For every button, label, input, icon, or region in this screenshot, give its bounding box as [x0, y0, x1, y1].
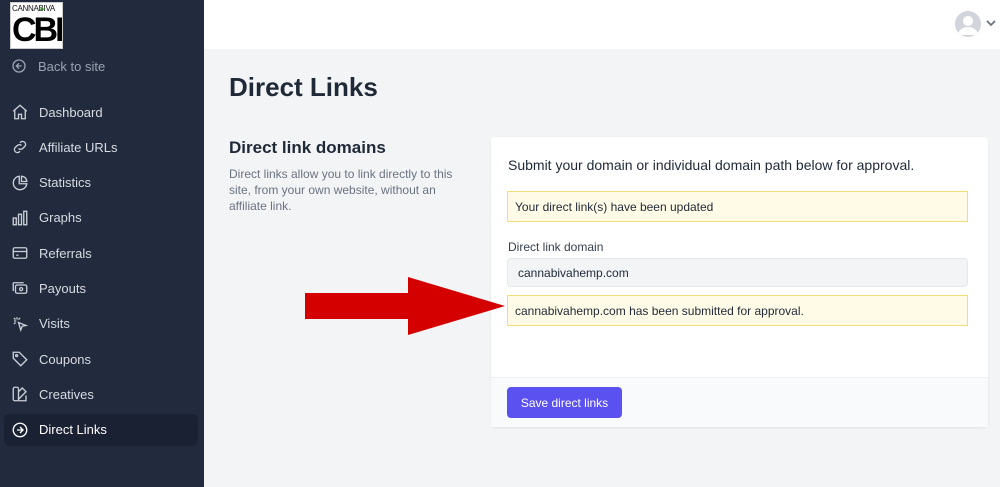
credit-card-icon	[12, 247, 28, 260]
sidebar-nav: Dashboard Affiliate URLs Statistics Grap…	[4, 96, 198, 449]
back-to-site-link[interactable]: Back to site	[11, 58, 105, 74]
brand-logo[interactable]: CANNABIVA CBD	[10, 2, 63, 49]
sidebar-item-referrals[interactable]: Referrals	[4, 237, 198, 269]
back-to-site-label: Back to site	[38, 58, 106, 74]
sidebar-item-label: Direct Links	[39, 422, 107, 438]
sidebar-item-payouts[interactable]: Payouts	[4, 272, 198, 304]
sidebar-item-statistics[interactable]: Statistics	[4, 167, 198, 199]
cursor-click-icon	[13, 317, 29, 332]
home-icon	[12, 104, 28, 120]
sidebar-item-label: Creatives	[39, 386, 94, 402]
sidebar-item-visits[interactable]: Visits	[4, 308, 198, 340]
sidebar-item-creatives[interactable]: Creatives	[4, 378, 198, 410]
cash-icon	[12, 282, 28, 295]
sidebar-item-label: Visits	[39, 316, 70, 332]
direct-link-domain-label: Direct link domain	[508, 240, 604, 254]
submitted-alert: cannabivahemp.com has been submitted for…	[507, 295, 968, 326]
sidebar-item-label: Dashboard	[39, 104, 103, 120]
sidebar-item-label: Referrals	[39, 245, 92, 261]
sidebar-item-label: Coupons	[39, 351, 92, 367]
arrow-circle-left-icon	[12, 59, 26, 73]
chevron-down-icon[interactable]	[986, 19, 996, 27]
sidebar-item-graphs[interactable]: Graphs	[4, 202, 198, 234]
sidebar-item-direct-links[interactable]: Direct Links	[4, 413, 198, 446]
user-silhouette-icon	[958, 16, 978, 35]
section-title: Direct link domains	[229, 138, 386, 157]
user-avatar-icon[interactable]	[955, 11, 981, 37]
sidebar: CANNABIVA CBD Back to site Dashboard Aff…	[0, 0, 204, 487]
sidebar-item-affiliate-urls[interactable]: Affiliate URLs	[4, 131, 198, 163]
save-direct-links-button[interactable]: Save direct links	[507, 387, 622, 418]
color-swatch-icon	[12, 386, 27, 402]
card-heading: Submit your domain or individual domain …	[508, 157, 915, 173]
sidebar-item-label: Affiliate URLs	[39, 139, 118, 155]
section-description: Direct links allow you to link directly …	[229, 167, 453, 213]
sidebar-item-coupons[interactable]: Coupons	[4, 343, 198, 375]
direct-links-card: Submit your domain or individual domain …	[491, 137, 988, 427]
sidebar-item-label: Statistics	[39, 175, 92, 191]
sidebar-item-dashboard[interactable]: Dashboard	[4, 96, 198, 128]
bar-chart-icon	[12, 210, 28, 226]
tag-icon	[12, 351, 28, 367]
direct-link-domain-input[interactable]: cannabivahemp.com	[507, 258, 968, 287]
arrow-circle-right-icon	[12, 422, 28, 438]
top-bar	[204, 0, 1000, 49]
red-arrow-annotation	[305, 277, 505, 335]
pie-chart-icon	[12, 175, 28, 190]
logo-bottom-text: CBD	[12, 11, 62, 49]
updated-alert: Your direct link(s) have been updated	[507, 191, 968, 222]
sidebar-item-label: Graphs	[39, 210, 82, 226]
sidebar-item-label: Payouts	[39, 280, 86, 296]
link-icon	[13, 141, 27, 154]
page-title: Direct Links	[229, 72, 378, 102]
